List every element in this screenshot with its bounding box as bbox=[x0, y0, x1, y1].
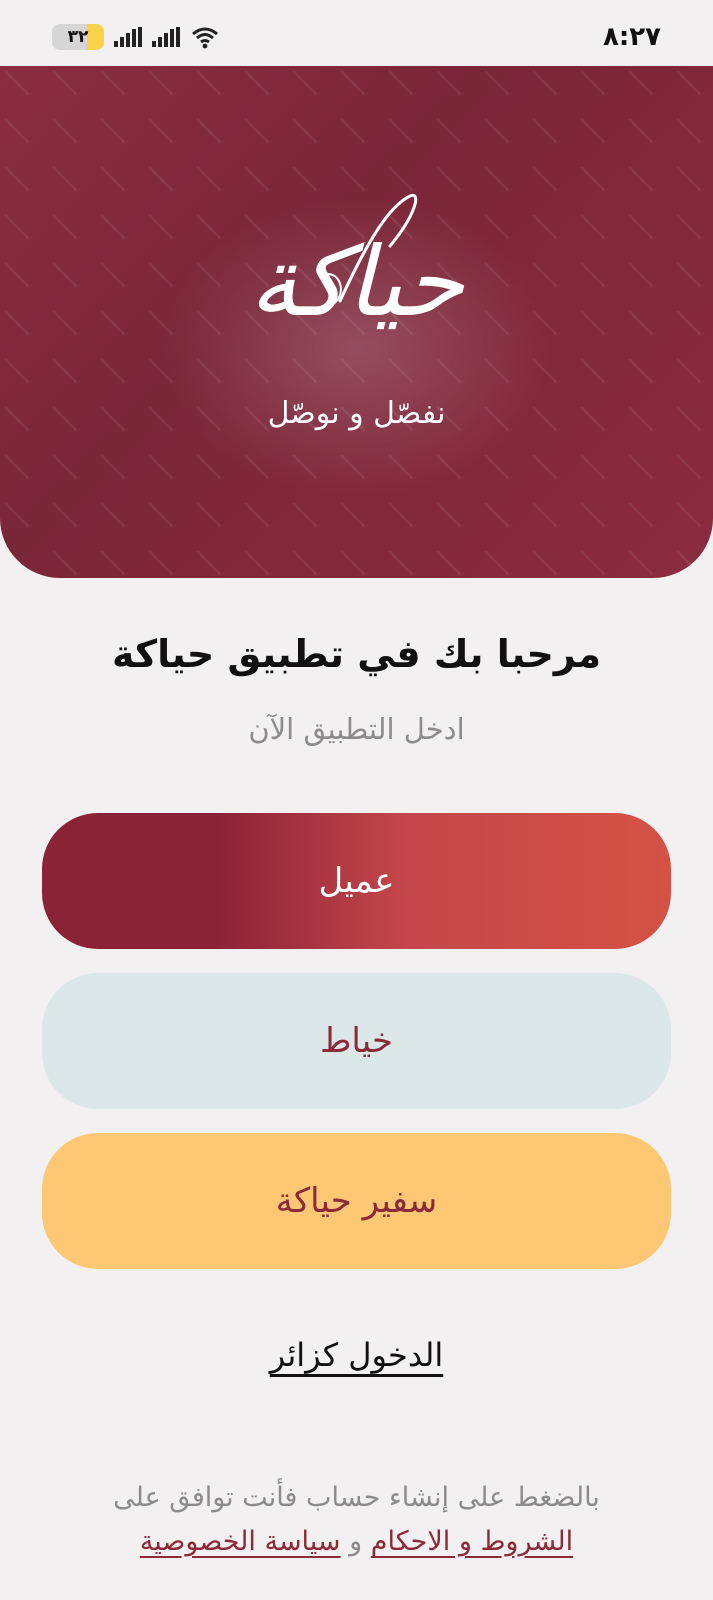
logo-text: حياكة bbox=[249, 226, 464, 338]
tailor-button[interactable]: خياط bbox=[42, 973, 671, 1109]
status-time: ٨:٢٧ bbox=[602, 22, 661, 52]
app-screen: ٣٢ ٨:٢٧ حياكة نفصّل و نوصّل مرحبا بك في … bbox=[0, 0, 713, 1600]
client-button[interactable]: عميل bbox=[42, 813, 671, 949]
terms-prefix: بالضغط على إنشاء حساب فأنت توافق على bbox=[113, 1482, 600, 1513]
signal-icon bbox=[152, 27, 180, 47]
guest-login-link[interactable]: الدخول كزائر bbox=[270, 1336, 444, 1374]
privacy-link[interactable]: سياسة الخصوصية bbox=[140, 1526, 341, 1557]
terms-notice: بالضغط على إنشاء حساب فأنت توافق على الش… bbox=[0, 1476, 713, 1564]
battery-level: ٣٢ bbox=[67, 27, 89, 47]
terms-link[interactable]: الشروط و الاحكام bbox=[371, 1526, 573, 1557]
signal-icon bbox=[114, 27, 142, 47]
terms-links-line: الشروط و الاحكام و سياسة الخصوصية bbox=[0, 1520, 713, 1564]
ambassador-button[interactable]: سفير حياكة bbox=[42, 1133, 671, 1269]
wifi-icon bbox=[192, 27, 218, 49]
status-icons: ٣٢ bbox=[52, 24, 220, 50]
welcome-title: مرحبا بك في تطبيق حياكة bbox=[111, 632, 602, 676]
status-bar: ٣٢ ٨:٢٧ bbox=[0, 0, 713, 66]
battery-icon: ٣٢ bbox=[52, 24, 104, 50]
welcome-subtitle: ادخل التطبيق الآن bbox=[248, 712, 465, 746]
guest-login-container: الدخول كزائر bbox=[0, 1336, 713, 1374]
terms-conjunction: و bbox=[349, 1526, 363, 1557]
header-banner: حياكة نفصّل و نوصّل bbox=[0, 66, 713, 578]
app-tagline: نفصّل و نوصّل bbox=[267, 396, 446, 431]
